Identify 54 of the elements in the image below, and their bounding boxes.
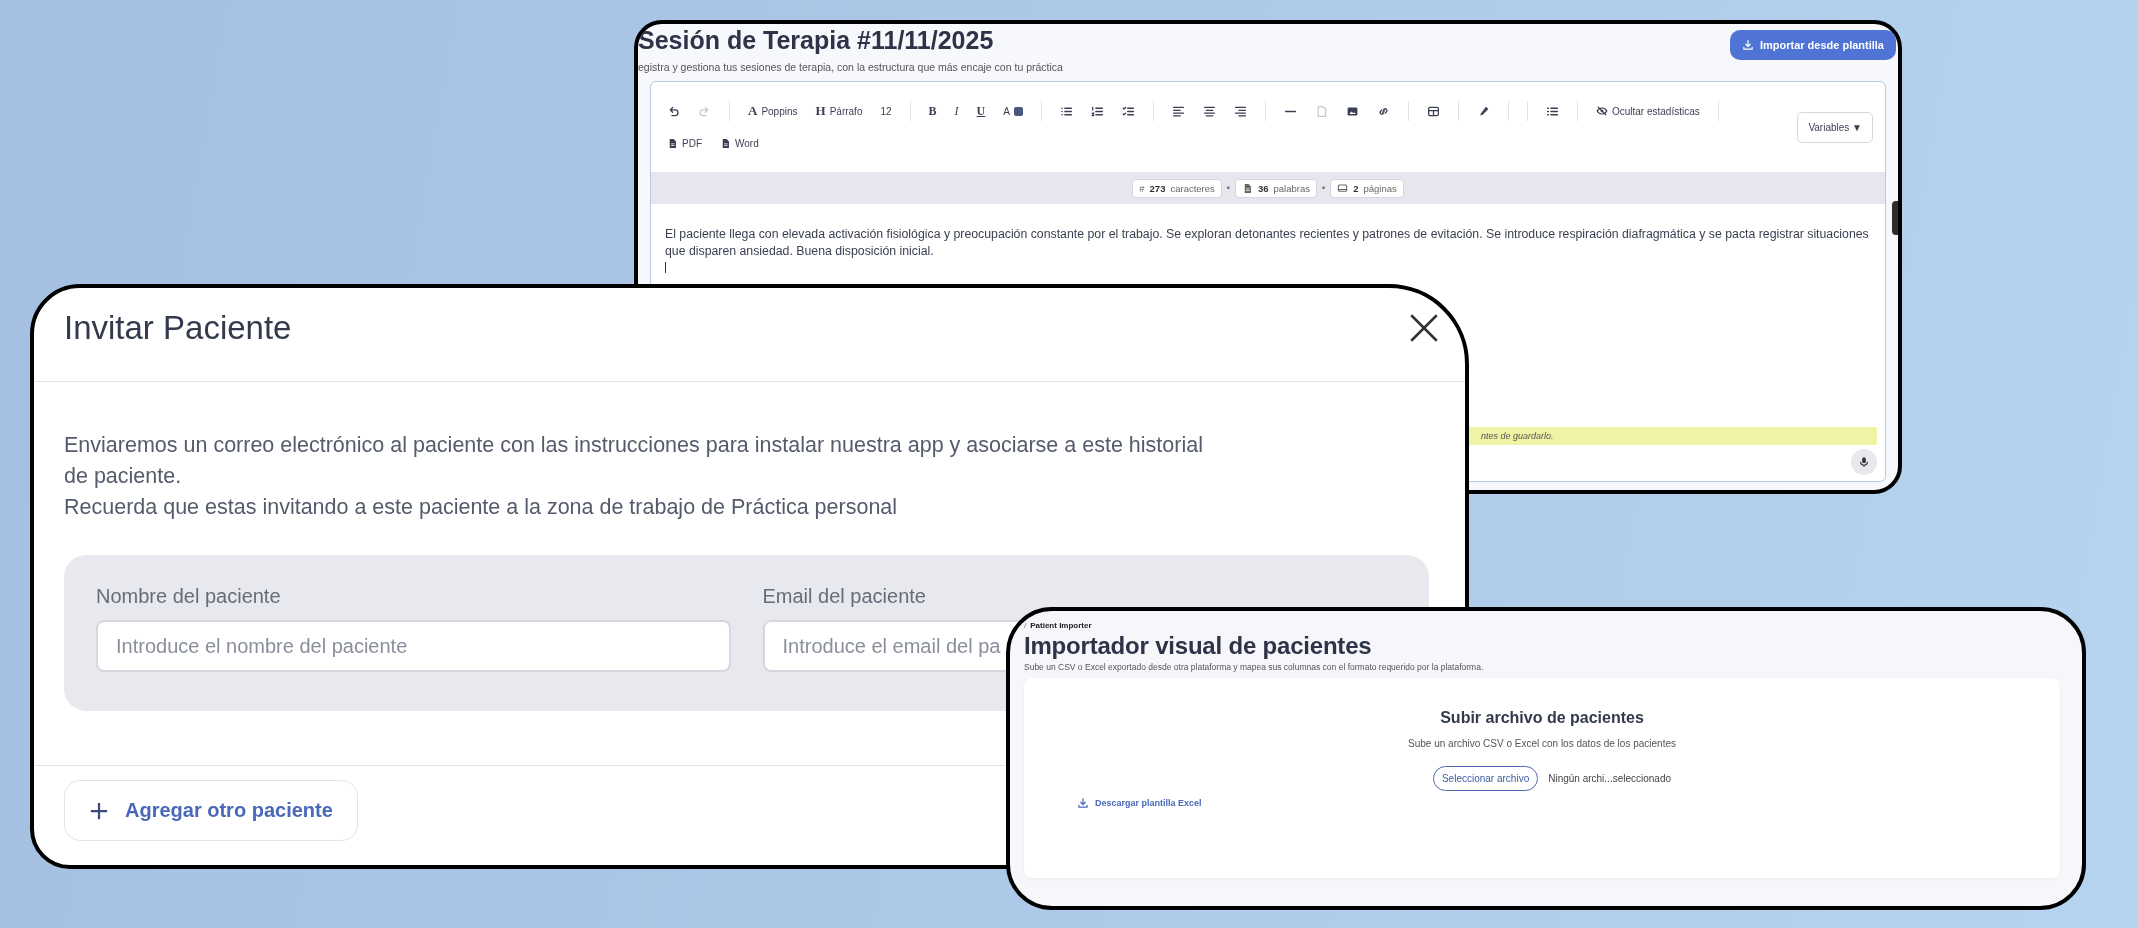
font-button[interactable]: A Poppins bbox=[748, 103, 798, 119]
microphone-button[interactable] bbox=[1851, 449, 1877, 475]
breadcrumb-item[interactable]: Patient Importer bbox=[1030, 621, 1092, 630]
field-label: Nombre del paciente bbox=[96, 585, 282, 608]
note-text[interactable]: El paciente llega con elevada activación fisiológica y preocupación constante por el trabajo. Se exploran detonantes recientes y patrones de evitación. Se introduce respiración diafragmática y se pacta registrar situaciones que disparen ansiedad. Buena disposición inicial. bbox=[665, 226, 1871, 260]
download-template-link[interactable]: Descargar plantilla Excel bbox=[1077, 797, 1202, 809]
microphone-icon bbox=[1858, 456, 1870, 468]
align-left-icon[interactable] bbox=[1171, 104, 1185, 118]
numbered-list-icon[interactable] bbox=[1090, 104, 1104, 118]
upload-description: Sube un archivo CSV o Excel con los datos de los pacientes bbox=[1408, 738, 1676, 749]
export-button[interactable]: Word bbox=[720, 137, 759, 149]
eye-off-icon bbox=[1595, 105, 1608, 117]
separator-dot: • bbox=[1226, 183, 1230, 193]
document-icon bbox=[720, 137, 731, 149]
input-field[interactable]: Introduce el nombre del paciente bbox=[96, 620, 731, 672]
breadcrumb-separator: / bbox=[1024, 621, 1027, 630]
dialog-message: Recuerda que estas invitando a este paciente a la zona de trabajo de Práctica personal bbox=[64, 494, 899, 521]
screen-icon bbox=[1337, 182, 1349, 194]
select-file-button[interactable]: Seleccionar archivo bbox=[1432, 766, 1539, 791]
add-patient-button[interactable]: Agregar otro paciente bbox=[64, 780, 358, 841]
text-color-button[interactable]: A bbox=[1003, 105, 1023, 117]
format-button[interactable]: B bbox=[928, 103, 937, 119]
align-right-icon[interactable] bbox=[1233, 104, 1247, 118]
import-template-button[interactable]: Importar desde plantilla bbox=[1729, 30, 1896, 60]
download-icon bbox=[1077, 797, 1089, 809]
table-icon[interactable] bbox=[1426, 104, 1440, 118]
image-icon[interactable] bbox=[1345, 104, 1359, 118]
separator-dot: • bbox=[1322, 183, 1326, 193]
page-subtitle: egistra y gestiona tus sesiones de terapia, con la estructura que más encaje con tu práctica bbox=[638, 61, 1063, 73]
character-count: # 273 caracteres bbox=[1132, 178, 1222, 198]
download-icon bbox=[1741, 39, 1754, 51]
upload-title: Subir archivo de pacientes bbox=[1440, 709, 1644, 727]
font-size-button[interactable]: 12 bbox=[880, 105, 892, 117]
export-button[interactable]: PDF bbox=[667, 137, 702, 149]
word-count: 36 palabras bbox=[1234, 178, 1317, 198]
dialog-title: Invitar Paciente bbox=[64, 308, 292, 347]
variables-dropdown[interactable]: Variables ▼ bbox=[1797, 111, 1873, 143]
format-button[interactable]: U bbox=[976, 103, 986, 119]
dialog-message: Enviaremos un correo electrónico al paciente con las instrucciones para instalar nuestra app y asociarse a este historial de paciente. bbox=[64, 432, 1204, 490]
file-status: Ningún archi...seleccionado bbox=[1548, 773, 1672, 784]
hide-stats-button[interactable]: Ocultar estadísticas bbox=[1595, 105, 1700, 117]
field-label: Email del paciente bbox=[762, 585, 927, 608]
format-button[interactable]: I bbox=[954, 103, 959, 119]
warning-text: ntes de guardarlo. bbox=[1481, 431, 1554, 441]
checklist-icon[interactable] bbox=[1121, 104, 1135, 118]
page-title: Sesión de Terapia #11/11/2025 bbox=[638, 26, 995, 55]
page-count: 2 páginas bbox=[1330, 178, 1404, 198]
page-title: Importador visual de pacientes bbox=[1024, 632, 1373, 660]
text-caret bbox=[665, 262, 666, 273]
document-icon bbox=[667, 137, 678, 149]
align-center-icon[interactable] bbox=[1202, 104, 1216, 118]
plus-icon bbox=[89, 800, 109, 821]
undo-icon[interactable] bbox=[667, 104, 680, 118]
heading-button[interactable]: H Párrafo bbox=[815, 103, 863, 119]
